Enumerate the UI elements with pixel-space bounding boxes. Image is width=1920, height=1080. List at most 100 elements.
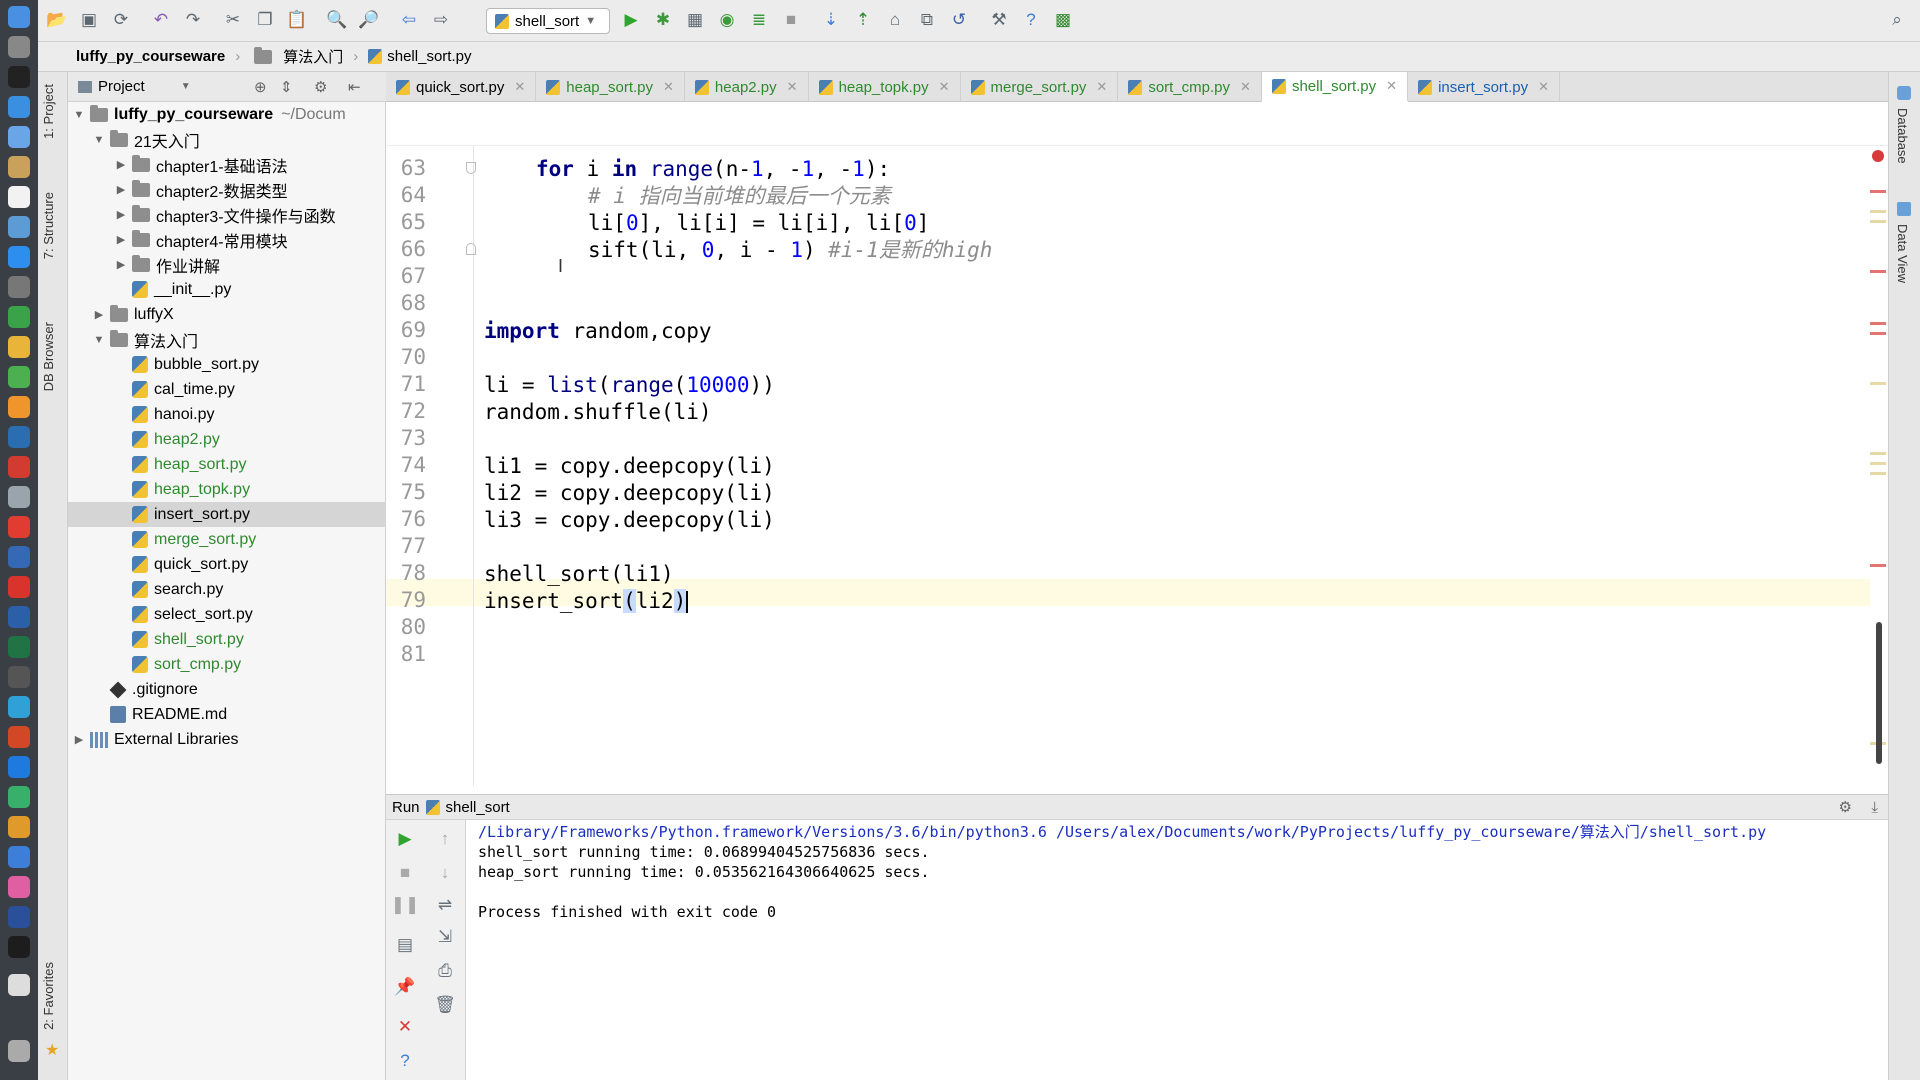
tab-heap-sort[interactable]: heap_sort.py ✕ xyxy=(536,72,685,102)
run-config-select[interactable]: shell_sort ▼ xyxy=(486,8,610,34)
run-icon[interactable]: ▶ xyxy=(620,9,642,31)
copy-icon[interactable]: ❐ xyxy=(254,9,276,31)
project-tool-tab[interactable]: 1: Project xyxy=(41,84,56,139)
tree-item-folder[interactable]: ▶ chapter4-常用模块 xyxy=(68,227,386,252)
tree-item-file[interactable]: hanoi.py xyxy=(68,402,386,427)
screen-icon[interactable] xyxy=(8,666,30,688)
change-marker[interactable] xyxy=(1870,332,1886,335)
vcs-history-icon[interactable]: ⌂ xyxy=(884,9,906,31)
find-icon[interactable]: 🔍 xyxy=(326,9,348,31)
project-view-select[interactable]: Project xyxy=(98,78,145,95)
sublime-icon[interactable] xyxy=(8,396,30,418)
cut-icon[interactable]: ✂ xyxy=(222,9,244,31)
print-icon[interactable]: ⎙ xyxy=(434,960,456,982)
error-stripe[interactable] xyxy=(1870,146,1888,786)
settings-icon[interactable] xyxy=(8,276,30,298)
app-cyan-icon[interactable] xyxy=(8,696,30,718)
change-marker[interactable] xyxy=(1870,462,1886,465)
tree-item-file[interactable]: heap_topk.py xyxy=(68,477,386,502)
tree-item-file[interactable]: bubble_sort.py xyxy=(68,352,386,377)
gear-icon[interactable]: ⚙ xyxy=(1839,798,1852,816)
numbers-icon[interactable] xyxy=(8,306,30,328)
help-icon[interactable]: ? xyxy=(394,1050,416,1072)
change-marker[interactable] xyxy=(1870,220,1886,223)
close-icon[interactable]: ✕ xyxy=(394,1016,416,1038)
close-icon[interactable]: ✕ xyxy=(939,79,950,95)
paste-icon[interactable]: 📋 xyxy=(286,9,308,31)
close-icon[interactable]: ✕ xyxy=(1386,78,1397,94)
change-marker[interactable] xyxy=(1870,322,1886,325)
gear-icon[interactable]: ⚙ xyxy=(314,78,327,96)
tree-item-folder[interactable]: ▶ chapter2-数据类型 xyxy=(68,177,386,202)
run-panel-config[interactable]: shell_sort xyxy=(446,799,510,816)
tab-insert-sort[interactable]: insert_sort.py ✕ xyxy=(1408,72,1561,102)
safari-icon[interactable] xyxy=(8,96,30,118)
clear-icon[interactable]: 🗑 xyxy=(434,994,456,1016)
tree-item-file[interactable]: README.md xyxy=(68,702,386,727)
tree-item-file[interactable]: select_sort.py xyxy=(68,602,386,627)
back-icon[interactable]: ⇦ xyxy=(398,9,420,31)
itunes-icon[interactable] xyxy=(8,876,30,898)
change-marker[interactable] xyxy=(1870,210,1886,213)
profile-icon[interactable]: ◉ xyxy=(716,9,738,31)
mail-icon[interactable] xyxy=(8,126,30,148)
chevron-down-icon[interactable]: ▼ xyxy=(181,81,191,92)
database-icon[interactable] xyxy=(1897,86,1911,100)
up-arrow-icon[interactable]: ↑ xyxy=(434,828,456,850)
stop-icon[interactable]: ■ xyxy=(394,862,416,884)
app-red-icon[interactable] xyxy=(8,456,30,478)
save-icon[interactable]: ▣ xyxy=(78,9,100,31)
app-green-icon[interactable] xyxy=(8,786,30,808)
evernote-icon[interactable] xyxy=(8,366,30,388)
chevron-right-icon[interactable]: ▶ xyxy=(114,183,128,196)
data-view-icon[interactable] xyxy=(1897,202,1911,216)
close-icon[interactable]: ✕ xyxy=(514,79,525,95)
tree-item-file[interactable]: merge_sort.py xyxy=(68,527,386,552)
structure-tool-tab[interactable]: 7: Structure xyxy=(41,192,56,259)
change-marker[interactable] xyxy=(1870,190,1886,193)
vertical-scrollbar[interactable] xyxy=(1876,622,1882,764)
chevron-right-icon[interactable]: ▶ xyxy=(114,158,128,171)
change-marker[interactable] xyxy=(1870,382,1886,385)
chevron-right-icon[interactable]: ▶ xyxy=(114,258,128,271)
rerun-icon[interactable]: ▶ xyxy=(394,828,416,850)
tree-item-file[interactable]: sort_cmp.py xyxy=(68,652,386,677)
tree-item-file[interactable]: __init__.py xyxy=(68,277,386,302)
tab-quick-sort[interactable]: quick_sort.py ✕ xyxy=(386,72,537,102)
chevron-down-icon[interactable]: ▼ xyxy=(92,134,106,146)
coverage-icon[interactable]: ▦ xyxy=(684,9,706,31)
tree-item-root[interactable]: ▼ luffy_py_courseware ~/Docum xyxy=(68,102,386,127)
pin-icon[interactable]: 📌 xyxy=(394,976,416,998)
tree-item-libraries[interactable]: ▶ External Libraries xyxy=(68,727,386,752)
netease-icon[interactable] xyxy=(8,576,30,598)
tree-item-file[interactable]: .gitignore xyxy=(68,677,386,702)
plugins-icon[interactable]: ▩ xyxy=(1052,9,1074,31)
chevron-right-icon[interactable]: ▶ xyxy=(114,233,128,246)
terminal-icon[interactable] xyxy=(8,66,30,88)
tree-item-folder[interactable]: ▶ chapter1-基础语法 xyxy=(68,152,386,177)
tab-heap-topk[interactable]: heap_topk.py ✕ xyxy=(809,72,961,102)
soft-wrap-icon[interactable]: ⇌ xyxy=(434,894,456,916)
close-icon[interactable]: ✕ xyxy=(1538,79,1549,95)
search-everywhere-icon[interactable]: ⌕ xyxy=(1886,9,1908,31)
chrome-icon[interactable] xyxy=(8,336,30,358)
hide-panel-icon[interactable]: ⇤ xyxy=(348,78,361,96)
word-icon[interactable] xyxy=(8,606,30,628)
chevron-down-icon[interactable]: ▼ xyxy=(72,109,86,121)
pycharm-icon[interactable] xyxy=(8,936,30,958)
change-marker[interactable] xyxy=(1870,270,1886,273)
trash-icon[interactable] xyxy=(8,1040,30,1062)
document-icon[interactable] xyxy=(8,974,30,996)
tree-item-folder[interactable]: ▼ 算法入门 xyxy=(68,327,386,352)
pause-icon[interactable]: ❚❚ xyxy=(391,894,420,916)
locate-icon[interactable]: ⊕ xyxy=(254,78,267,96)
close-icon[interactable]: ✕ xyxy=(663,79,674,95)
undo-icon[interactable]: ↶ xyxy=(150,9,172,31)
app-orange-icon[interactable] xyxy=(8,816,30,838)
tree-item-file[interactable]: quick_sort.py xyxy=(68,552,386,577)
run-console[interactable]: /Library/Frameworks/Python.framework/Ver… xyxy=(466,820,1888,1080)
close-icon[interactable]: ✕ xyxy=(1096,79,1107,95)
sync-icon[interactable]: ⟳ xyxy=(110,9,132,31)
down-arrow-icon[interactable]: ↓ xyxy=(434,862,456,884)
replace-icon[interactable]: 🔎 xyxy=(358,9,380,31)
